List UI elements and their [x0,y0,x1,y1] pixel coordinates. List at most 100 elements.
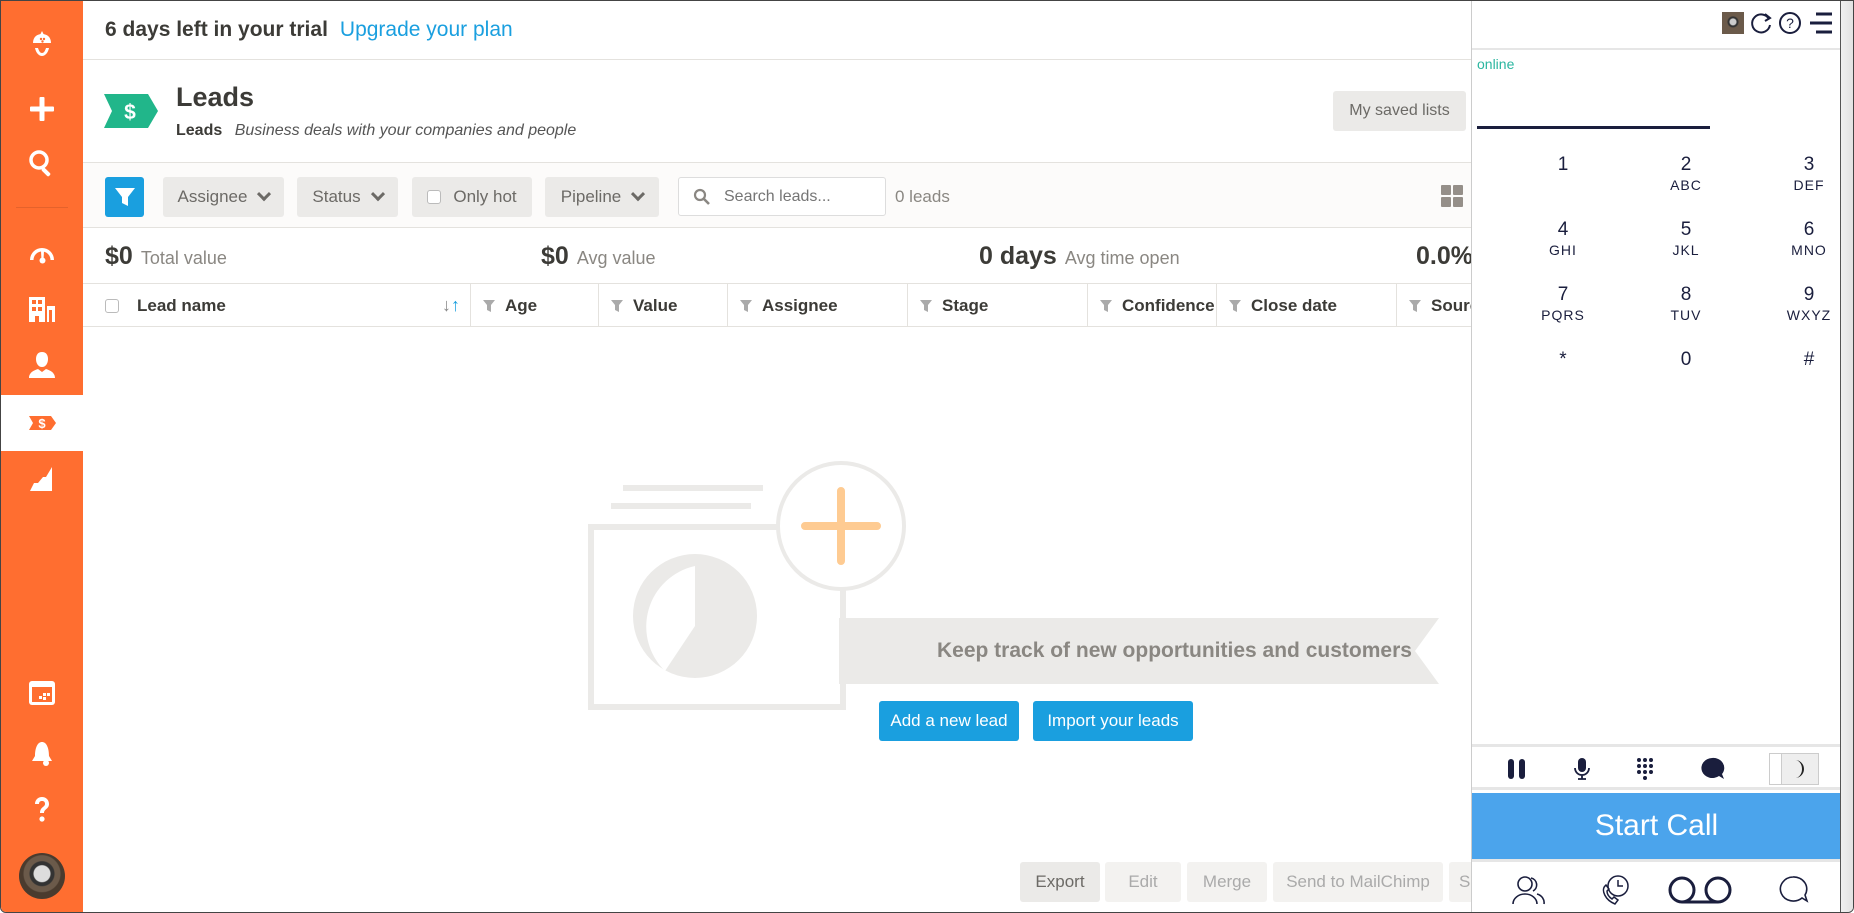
start-call-button[interactable]: Start Call [1472,793,1841,859]
dial-key[interactable]: 2 ABC [1631,154,1741,214]
user-avatar[interactable] [19,853,65,899]
phone-header: ? [1472,1,1841,50]
import-leads-button[interactable]: Import your leads [1033,701,1193,741]
dial-key[interactable]: 1 [1508,154,1618,214]
status-label: Status [312,187,361,206]
sidebar-divider [16,207,68,208]
column-close-date[interactable]: Close date [1217,284,1397,327]
call-history-icon [1602,875,1629,905]
chat-bubble-icon [1779,876,1809,903]
search-leads-field[interactable] [678,177,886,216]
phone-user-avatar[interactable] [1722,12,1744,34]
sidebar-item-help[interactable] [1,781,83,837]
sidebar-item-add[interactable] [1,81,83,137]
dial-key[interactable]: 0 [1631,349,1741,409]
column-age[interactable]: Age [471,284,599,327]
dial-input-underline [1477,126,1710,129]
pause-icon [1508,759,1525,779]
dial-key[interactable]: 5 JKL [1631,219,1741,279]
column-lead-name[interactable]: Lead name ↓↑ [83,284,471,327]
search-leads-input[interactable] [724,187,874,206]
sidebar-item-calendar[interactable] [1,665,83,721]
filter-toggle-button[interactable] [105,177,144,217]
page-title: Leads [176,82,255,112]
column-confidence[interactable]: Confidence [1088,284,1217,327]
main-content: 6 days left in your trial Upgrade your p… [83,1,1489,912]
trial-banner: 6 days left in your trial Upgrade your p… [83,1,1471,60]
only-hot-toggle[interactable]: Only hot [412,177,532,217]
hold-button[interactable] [1499,753,1535,785]
column-stage[interactable]: Stage [908,284,1088,327]
only-hot-checkbox[interactable] [427,190,442,204]
online-status: online [1477,56,1515,72]
add-lead-button[interactable]: Add a new lead [879,701,1019,741]
column-assignee[interactable]: Assignee [728,284,908,327]
subtitle-label: Leads [176,122,223,139]
dial-key-letters: TUV [1670,307,1702,323]
contacts-tab[interactable] [1504,872,1554,908]
gauge-icon [30,248,54,264]
sidebar-item-logo[interactable] [1,17,83,73]
mute-button[interactable] [1564,753,1600,785]
dial-key-letters: ABC [1670,177,1702,193]
edit-button[interactable]: Edit [1105,862,1181,902]
send-to-mailchimp-button[interactable]: Send to MailChimp [1273,862,1443,902]
dial-key[interactable]: 4 GHI [1508,219,1618,279]
pipeline-dropdown[interactable]: Pipeline [545,177,659,217]
dial-key-digit: 8 [1680,284,1692,305]
dial-key[interactable]: 3 DEF [1754,154,1853,214]
contacts-icon [1512,876,1545,905]
grid-view-icon[interactable] [1441,185,1463,207]
dial-key[interactable]: * [1508,349,1618,409]
sidebar-item-companies[interactable] [1,281,83,337]
upgrade-link[interactable]: Upgrade your plan [340,18,513,42]
refresh-icon[interactable] [1749,11,1773,35]
dialpad-icon [1637,758,1653,780]
chat-button[interactable] [1694,753,1730,785]
menu-icon[interactable] [1808,11,1834,35]
assignee-dropdown[interactable]: Assignee [163,177,284,217]
dial-key-digit: 4 [1557,219,1569,240]
dial-key-letters: GHI [1549,242,1577,258]
assignee-label: Assignee [177,187,248,206]
dial-key[interactable]: 6 MNO [1754,219,1853,279]
saved-lists-button[interactable]: My saved lists [1333,91,1466,131]
keypad-button[interactable] [1627,753,1663,785]
sidebar-item-notifications[interactable] [1,725,83,781]
sidebar-item-search[interactable] [1,135,83,191]
dial-key[interactable]: 8 TUV [1631,284,1741,344]
call-history-tab[interactable] [1590,872,1640,908]
dial-key[interactable]: 7 PQRS [1508,284,1618,344]
dial-key-digit: 1 [1557,154,1569,175]
dial-key[interactable]: # [1754,349,1853,409]
bell-icon [32,742,52,766]
export-button[interactable]: Export [1020,862,1100,902]
sort-icon[interactable]: ↓↑ [442,295,460,316]
sidebar-item-dashboard[interactable] [1,225,83,281]
svg-text:$: $ [38,416,46,431]
dollar-tag-icon: $ [29,416,56,431]
merge-button[interactable]: Merge [1187,862,1267,902]
dark-mode-toggle[interactable] [1769,753,1819,785]
sidebar-item-leads[interactable]: $ [1,395,83,451]
call-controls [1472,744,1841,790]
sidebar-item-people[interactable] [1,337,83,393]
leads-badge-icon: $ [104,94,158,128]
sidebar-item-reports[interactable] [1,451,83,507]
dial-key-digit: # [1803,349,1815,370]
phone-dialer-panel: ? online 1 2 ABC 3 DEF 4 GHI 5 JKL 6 MNO 7 PQRS 8 TUV 9… [1471,1,1841,912]
select-all-checkbox[interactable] [105,298,119,313]
dial-number-input[interactable] [1477,96,1710,124]
filter-icon [483,299,495,312]
messages-tab[interactable] [1768,872,1818,908]
column-value[interactable]: Value [599,284,728,327]
status-dropdown[interactable]: Status [297,177,398,217]
help-icon[interactable]: ? [1778,11,1802,35]
app-window: $ 6 days left in your trial Upgrade your… [0,0,1854,913]
voicemail-tab[interactable] [1664,872,1736,908]
search-icon [693,188,710,205]
dial-key[interactable]: 9 WXYZ [1754,284,1853,344]
window-scrollbar[interactable] [1840,1,1853,912]
dial-key-letters: MNO [1791,242,1827,258]
filter-icon [740,299,752,312]
